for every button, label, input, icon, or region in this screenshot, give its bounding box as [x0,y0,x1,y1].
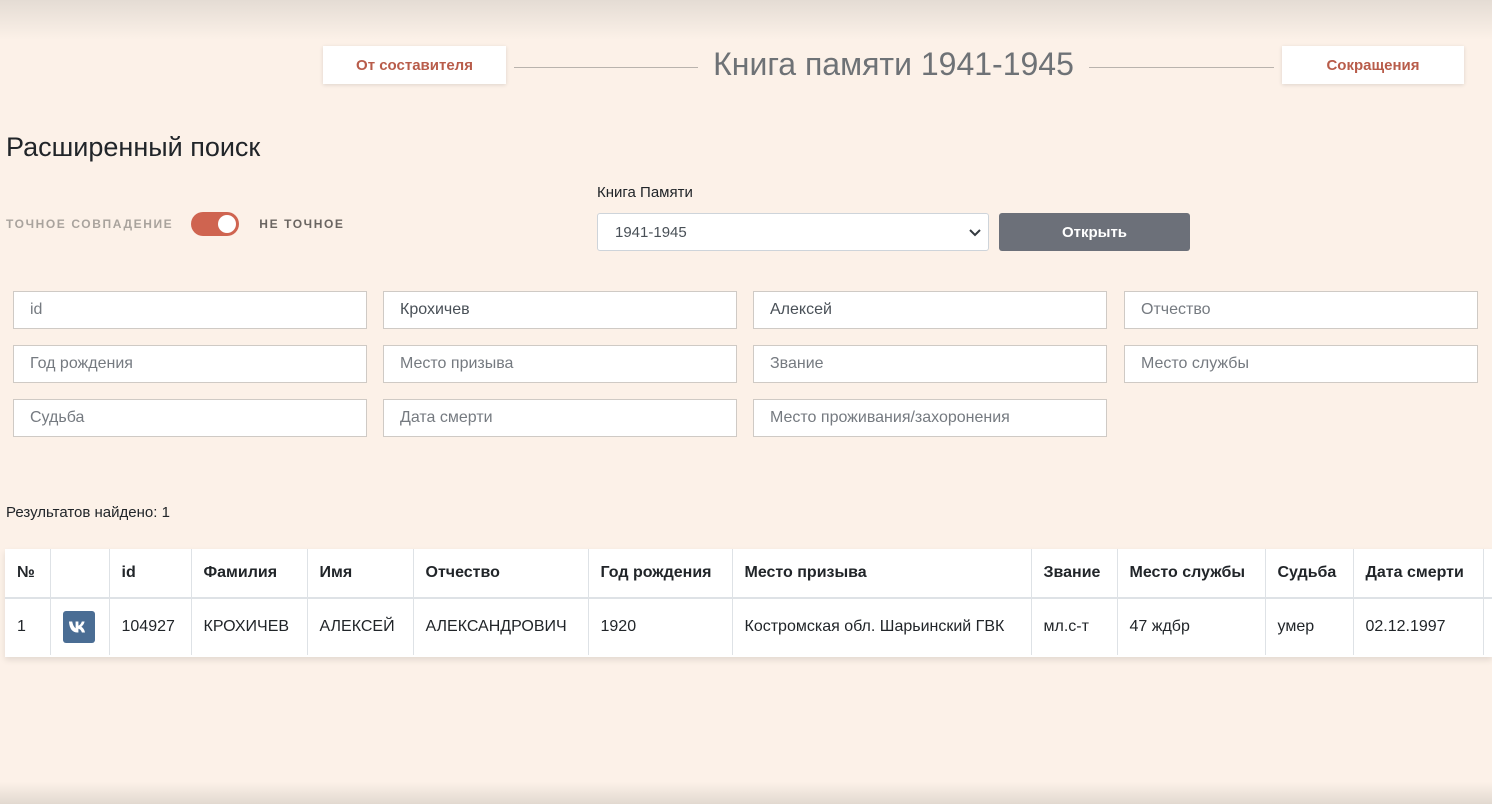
results-table-wrapper: № id Фамилия Имя Отчество Год рождения М… [5,549,1492,657]
col-header-death-date: Дата смерти [1353,549,1484,599]
death-date-field[interactable] [383,399,737,437]
rank-field[interactable] [753,345,1107,383]
table-header-row: № id Фамилия Имя Отчество Год рождения М… [5,549,1492,599]
vk-logo-glyph [68,621,85,633]
header-divider-left [514,67,698,68]
first-name-field[interactable] [753,291,1107,329]
cell-death-date: 02.12.1997 [1353,598,1484,655]
cell-service-place: 47 ждбр [1117,598,1266,655]
inexact-match-label: НЕ ТОЧНОЕ [259,217,345,231]
book-select-value: 1941-1945 [615,223,687,241]
vk-icon[interactable] [62,611,95,643]
switch-knob [218,215,237,233]
chevron-down-icon [969,229,981,237]
col-header-fate: Судьба [1265,549,1354,599]
col-header-name: Имя [307,549,414,599]
col-header-share [50,549,110,599]
col-header-draft-place: Место призыва [732,549,1032,599]
advanced-search-title: Расширенный поиск [6,132,261,162]
id-field[interactable] [13,291,367,329]
header-divider-right [1089,67,1274,68]
cell-name: АЛЕКСЕЙ [307,598,414,655]
cell-fate: умер [1265,598,1354,655]
draft-place-field[interactable] [383,345,737,383]
table-row[interactable]: 1 104927 КРОХИЧЕВ АЛЕКСЕЙ АЛЕКСАНДРОВИЧ … [5,598,1492,655]
book-select[interactable]: 1941-1945 [597,213,989,251]
page-title: Книга памяти 1941-1945 [713,46,1074,82]
cell-surname: КРОХИЧЕВ [191,598,308,655]
exact-match-label: ТОЧНОЕ СОВПАДЕНИЕ [6,217,174,231]
cell-share [50,598,110,655]
book-select-label: Книга Памяти [597,184,693,201]
patronymic-field[interactable] [1124,291,1478,329]
match-mode-toggle-row: ТОЧНОЕ СОВПАДЕНИЕ НЕ ТОЧНОЕ [6,210,345,238]
open-book-button[interactable]: Открыть [999,213,1190,251]
residence-burial-field[interactable] [753,399,1107,437]
surname-field[interactable] [383,291,737,329]
col-header-birth-year: Год рождения [588,549,733,599]
top-shade [0,0,1492,40]
bottom-shade [0,782,1492,804]
service-place-field[interactable] [1124,345,1478,383]
abbreviations-button[interactable]: Сокращения [1282,46,1464,84]
col-header-rank: Звание [1031,549,1118,599]
col-header-surname: Фамилия [191,549,308,599]
cell-birth-year: 1920 [588,598,733,655]
col-header-id: id [109,549,192,599]
cell-overflow [1483,598,1492,655]
results-count: Результатов найдено: 1 [6,504,170,521]
cell-id: 104927 [109,598,192,655]
birth-year-field[interactable] [13,345,367,383]
cell-rank: мл.с-т [1031,598,1118,655]
compiler-note-button[interactable]: От составителя [323,46,506,84]
col-header-patronymic: Отчество [413,549,589,599]
col-header-number: № [5,549,51,599]
cell-patronymic: АЛЕКСАНДРОВИЧ [413,598,589,655]
match-mode-switch[interactable] [191,212,240,236]
results-table: № id Фамилия Имя Отчество Год рождения М… [5,549,1492,655]
cell-number: 1 [5,598,51,655]
col-header-overflow [1483,549,1492,599]
cell-draft-place: Костромская обл. Шарьинский ГВК [732,598,1032,655]
page-header: От составителя Книга памяти 1941-1945 Со… [0,44,1492,86]
col-header-service-place: Место службы [1117,549,1266,599]
fate-field[interactable] [13,399,367,437]
